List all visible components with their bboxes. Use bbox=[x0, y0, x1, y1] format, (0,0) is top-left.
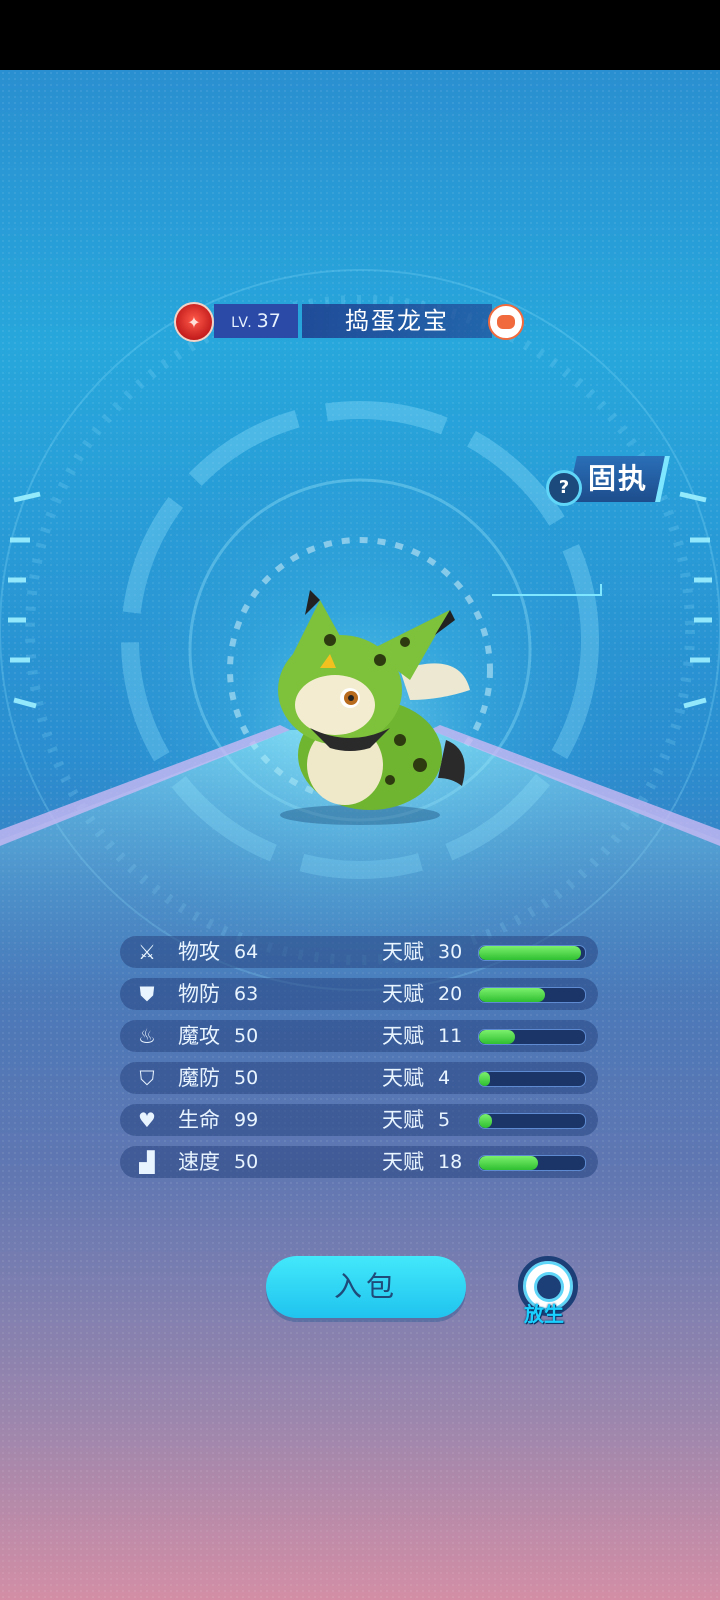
talent-bar-fill bbox=[479, 946, 581, 960]
stat-label: 魔防 bbox=[178, 1066, 220, 1090]
level-prefix: LV. bbox=[231, 315, 253, 331]
stats-panel: ⚔ 物攻 64 天赋 30 ⛊ 物防 63 天赋 20 ♨ 魔攻 50 天赋 11 ⛉ 魔防 50 天赋 4 ♥ 生命 99… bbox=[120, 936, 598, 1188]
talent-bar bbox=[478, 1155, 586, 1171]
stat-row: ▟ 速度 50 天赋 18 bbox=[120, 1146, 598, 1178]
talent-value: 5 bbox=[438, 1109, 451, 1131]
talent-label: 天赋 bbox=[382, 940, 424, 964]
pet-name: 捣蛋龙宝 bbox=[302, 304, 492, 338]
stat-label: 生命 bbox=[178, 1108, 220, 1132]
nature-pointer-line bbox=[492, 594, 602, 596]
stat-label: 物攻 bbox=[178, 940, 220, 964]
stat-row: ♥ 生命 99 天赋 5 bbox=[120, 1104, 598, 1136]
talent-bar-fill bbox=[479, 1156, 539, 1170]
add-to-bag-button[interactable]: 入包 bbox=[266, 1256, 466, 1318]
talent-label: 天赋 bbox=[382, 1150, 424, 1174]
stat-label: 物防 bbox=[178, 982, 220, 1006]
stat-row: ⚔ 物攻 64 天赋 30 bbox=[120, 936, 598, 968]
stat-row: ♨ 魔攻 50 天赋 11 bbox=[120, 1020, 598, 1052]
sword-icon: ⚔ bbox=[138, 940, 156, 964]
dragon-crest-icon: ✦ bbox=[174, 302, 214, 342]
release-button[interactable]: 放生 bbox=[516, 1256, 578, 1326]
stat-value: 50 bbox=[234, 1151, 259, 1173]
talent-bar bbox=[478, 1071, 586, 1087]
help-icon[interactable]: ? bbox=[546, 470, 582, 506]
stat-label: 魔攻 bbox=[178, 1024, 220, 1048]
rename-icon[interactable] bbox=[488, 304, 524, 340]
pet-detail-screen: ✦ LV. 37 捣蛋龙宝 固执 ? ⚔ 物攻 64 天赋 30 ⛊ 物防 63 天赋 20 ♨ 魔攻 5… bbox=[0, 70, 720, 1600]
talent-bar-fill bbox=[479, 988, 545, 1002]
talent-bar-fill bbox=[479, 1114, 492, 1128]
pet-name-bar: ✦ LV. 37 捣蛋龙宝 bbox=[174, 302, 534, 342]
talent-label: 天赋 bbox=[382, 1066, 424, 1090]
talent-bar-fill bbox=[479, 1072, 490, 1086]
stat-label: 速度 bbox=[178, 1150, 220, 1174]
level-badge: LV. 37 bbox=[214, 304, 298, 338]
stat-value: 63 bbox=[234, 983, 259, 1005]
talent-bar bbox=[478, 1029, 586, 1045]
talent-value: 18 bbox=[438, 1151, 463, 1173]
talent-value: 4 bbox=[438, 1067, 451, 1089]
level-value: 37 bbox=[256, 310, 281, 332]
talent-label: 天赋 bbox=[382, 1024, 424, 1048]
stat-value: 99 bbox=[234, 1109, 259, 1131]
boot-icon: ▟ bbox=[139, 1150, 155, 1174]
talent-label: 天赋 bbox=[382, 1108, 424, 1132]
pet-illustration bbox=[278, 590, 470, 825]
release-label: 放生 bbox=[524, 1302, 564, 1326]
status-bar bbox=[0, 0, 720, 70]
talent-label: 天赋 bbox=[382, 982, 424, 1006]
stat-row: ⛊ 物防 63 天赋 20 bbox=[120, 978, 598, 1010]
stat-row: ⛉ 魔防 50 天赋 4 bbox=[120, 1062, 598, 1094]
talent-value: 11 bbox=[438, 1025, 463, 1047]
talent-bar bbox=[478, 987, 586, 1003]
stat-value: 64 bbox=[234, 941, 259, 963]
talent-value: 30 bbox=[438, 941, 463, 963]
tunnel-background bbox=[0, 70, 720, 1600]
talent-value: 20 bbox=[438, 983, 463, 1005]
stat-value: 50 bbox=[234, 1067, 259, 1089]
shield-icon: ⛊ bbox=[139, 982, 155, 1006]
talent-bar bbox=[478, 1113, 586, 1129]
nature-pointer-tick bbox=[600, 584, 602, 596]
magic-shield-icon: ⛉ bbox=[139, 1066, 155, 1090]
heart-plus-icon: ♥ bbox=[138, 1108, 156, 1132]
flame-icon: ♨ bbox=[138, 1024, 156, 1048]
nature-text: 固执 bbox=[587, 462, 648, 495]
talent-bar-fill bbox=[479, 1030, 516, 1044]
stat-value: 50 bbox=[234, 1025, 259, 1047]
nature-badge[interactable]: 固执 ? bbox=[538, 450, 670, 506]
talent-bar bbox=[478, 945, 586, 961]
